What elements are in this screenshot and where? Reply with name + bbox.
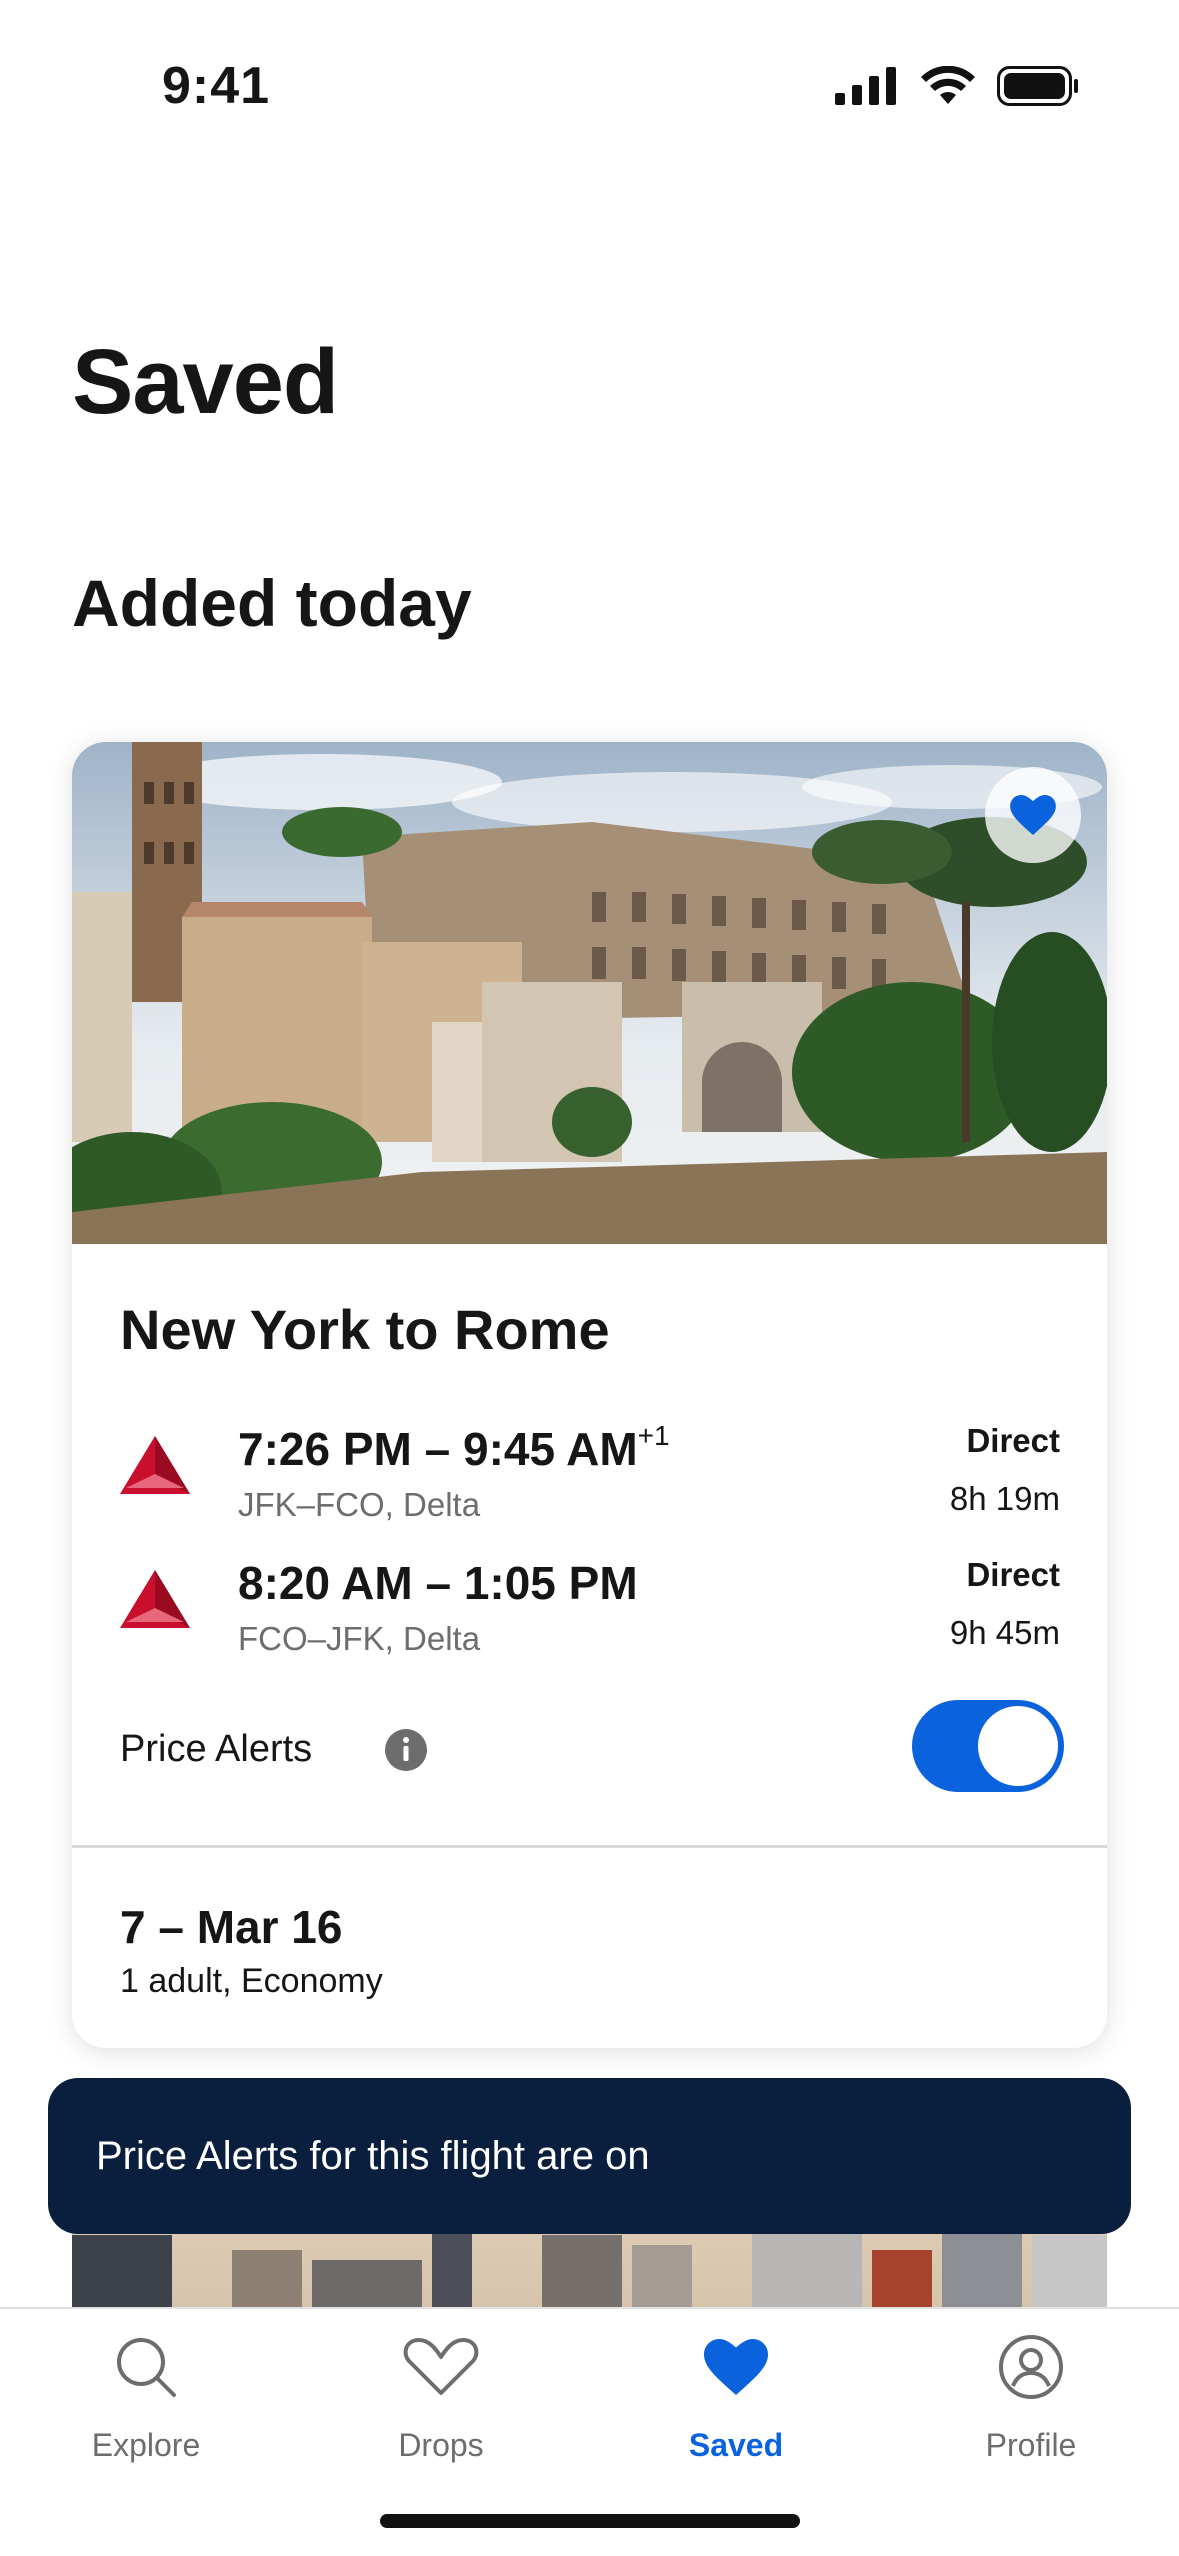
status-icons [835, 66, 1079, 106]
leg-duration: 9h 45m [949, 1614, 1060, 1651]
delta-logo-icon [120, 1436, 190, 1494]
leg-stops: Direct [966, 1556, 1060, 1593]
profile-icon [999, 2335, 1063, 2399]
toast-message: Price Alerts for this flight are on [96, 2133, 650, 2178]
tab-label: Explore [91, 2427, 201, 2463]
tab-explore[interactable]: Explore [46, 2329, 246, 2464]
tab-saved[interactable]: Saved [636, 2329, 836, 2464]
home-indicator [380, 2514, 800, 2528]
toast-notification: Price Alerts for this flight are on [48, 2078, 1131, 2234]
wifi-icon [921, 66, 975, 104]
price-alerts-label: Price Alerts [120, 1728, 313, 1770]
card-divider [72, 1845, 1107, 1848]
tab-drops[interactable]: Drops [341, 2329, 541, 2464]
screen: 9:41 Saved Added today New York to Rome … [0, 0, 1179, 2556]
price-alerts-toggle[interactable] [912, 1700, 1064, 1792]
signal-icon [835, 67, 896, 105]
trip-title: New York to Rome [120, 1298, 610, 1361]
tab-label: Drops [398, 2427, 484, 2463]
leg-times: 7:26 PM – 9:45 AM+1 [238, 1419, 670, 1475]
heart-chevron-icon [403, 2338, 479, 2395]
destination-image [72, 742, 1107, 1244]
tab-label: Saved [688, 2427, 784, 2463]
saved-trip-card[interactable]: New York to Rome 7:26 PM – 9:45 AM+1 JFK… [72, 742, 1107, 2048]
leg-stops: Direct [966, 1422, 1060, 1459]
delta-logo-icon [120, 1570, 190, 1628]
trip-travellers: 1 adult, Economy [120, 1962, 383, 2000]
favorite-button[interactable] [985, 767, 1081, 863]
tab-label: Profile [985, 2427, 1077, 2463]
day-offset: +1 [637, 1419, 670, 1451]
info-icon[interactable] [384, 1728, 428, 1772]
leg-route: FCO–JFK, Delta [238, 1620, 481, 1657]
page-title: Saved [72, 331, 339, 433]
leg-duration: 8h 19m [949, 1480, 1060, 1517]
trip-dates: 7 – Mar 16 [120, 1901, 343, 1953]
heart-icon [704, 2339, 768, 2395]
battery-icon [997, 66, 1078, 106]
tab-profile[interactable]: Profile [931, 2329, 1131, 2464]
leg-times: 8:20 AM – 1:05 PM [238, 1557, 638, 1609]
status-time: 9:41 [162, 57, 271, 115]
price-alerts-row: Price Alerts [120, 1700, 1064, 1792]
section-title: Added today [72, 566, 472, 640]
rome-colosseum-image [72, 742, 1107, 1244]
toggle-knob [978, 1706, 1058, 1786]
search-icon [117, 2338, 176, 2397]
leg-route: JFK–FCO, Delta [238, 1486, 481, 1523]
heart-filled-icon [1010, 795, 1056, 835]
flight-leg-outbound: 7:26 PM – 9:45 AM+1 JFK–FCO, Delta Direc… [120, 1419, 1060, 1523]
flight-leg-return: 8:20 AM – 1:05 PM FCO–JFK, Delta Direct … [120, 1556, 1060, 1657]
